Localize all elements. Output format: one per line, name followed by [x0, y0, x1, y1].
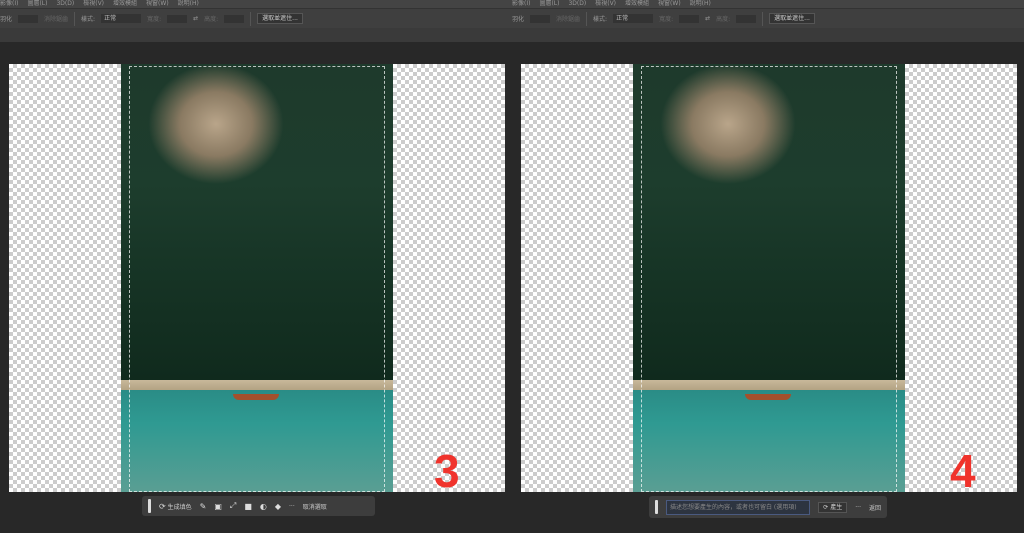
height-label: 高度:	[204, 16, 219, 23]
transform-icon[interactable]: ⤢	[230, 501, 236, 511]
more-button[interactable]: ···	[289, 503, 295, 510]
anti-alias-checkbox[interactable]: 消除鋸齒	[44, 14, 68, 23]
selection-marquee	[129, 66, 385, 492]
generative-fill-label: 生成填色	[167, 503, 192, 511]
menu-view[interactable]: 檢視(V)	[83, 0, 104, 7]
more-button[interactable]: ···	[855, 504, 861, 511]
swap-icon[interactable]: ⇄	[705, 15, 710, 22]
document-tab-bar	[0, 28, 512, 42]
menu-layer[interactable]: 圖層(L)	[539, 0, 559, 7]
menu-help[interactable]: 說明(H)	[690, 0, 711, 7]
feather-input[interactable]	[530, 14, 551, 23]
menu-3d[interactable]: 3D(D)	[56, 0, 74, 7]
generate-label: 產生	[830, 503, 843, 511]
contextual-taskbar: ⟳ 生成填色 ✎ ▣ ⤢ ■ ◐ ◆ ··· 取消選取	[142, 496, 375, 516]
menu-image[interactable]: 影像(I)	[512, 0, 530, 7]
menu-window[interactable]: 視窗(W)	[146, 0, 169, 7]
menu-plugins[interactable]: 增效模組	[625, 0, 649, 7]
width-label: 寬度:	[147, 16, 162, 23]
style-select[interactable]: 正常	[613, 14, 654, 23]
height-label: 高度:	[716, 16, 731, 23]
select-and-mask-button[interactable]: 選取並遮住...	[769, 13, 815, 24]
adjust-icon[interactable]: ◐	[260, 502, 267, 511]
feather-input[interactable]	[18, 14, 39, 23]
menu-bar: 影像(I) 圖層(L) 3D(D) 檢視(V) 增效模組 視窗(W) 說明(H)	[512, 0, 1024, 8]
drag-handle[interactable]	[148, 499, 151, 513]
select-and-mask-button[interactable]: 選取並遮住...	[257, 13, 303, 24]
menu-layer[interactable]: 圖層(L)	[27, 0, 47, 7]
step-number: 4	[950, 445, 976, 497]
deselect-button[interactable]: 取消選取	[303, 502, 327, 511]
width-input[interactable]	[167, 14, 188, 23]
style-select[interactable]: 正常	[101, 14, 142, 23]
generate-icon: ⟳	[159, 501, 166, 511]
contextual-taskbar: 描述您想要產生的內容，或者也可留白 (選用項) ⟳ 產生 ··· 返回	[649, 496, 887, 518]
generate-icon: ⟳	[823, 503, 829, 511]
feather-label: 羽化	[512, 16, 525, 23]
height-input[interactable]	[224, 14, 245, 23]
menu-bar: 影像(I) 圖層(L) 3D(D) 檢視(V) 增效模組 視窗(W) 說明(H)	[0, 0, 512, 8]
style-label: 樣式:	[593, 16, 608, 23]
prompt-input[interactable]: 描述您想要產生的內容，或者也可留白 (選用項)	[665, 499, 811, 515]
drag-handle[interactable]	[655, 500, 658, 514]
menu-image[interactable]: 影像(I)	[0, 0, 18, 7]
selection-marquee	[641, 66, 897, 492]
options-bar: 羽化 消除鋸齒 樣式: 正常 寬度: ⇄ 高度: 選取並遮住...	[0, 8, 512, 28]
menu-window[interactable]: 視窗(W)	[658, 0, 681, 7]
width-input[interactable]	[679, 14, 700, 23]
swap-icon[interactable]: ⇄	[193, 15, 198, 22]
back-button[interactable]: 返回	[869, 503, 881, 512]
generative-fill-button[interactable]: ⟳ 生成填色	[159, 502, 192, 511]
fill-icon[interactable]: ◆	[275, 502, 281, 511]
width-label: 寬度:	[659, 16, 674, 23]
step-number: 3	[434, 445, 460, 497]
rectangle-icon[interactable]: ■	[244, 502, 252, 511]
right-pane: 影像(I) 圖層(L) 3D(D) 檢視(V) 增效模組 視窗(W) 說明(H) 羽化 消除…	[512, 0, 1024, 533]
feather-label: 羽化	[0, 16, 13, 23]
generate-button[interactable]: ⟳ 產生	[818, 501, 848, 513]
height-input[interactable]	[736, 14, 757, 23]
menu-3d[interactable]: 3D(D)	[568, 0, 586, 7]
document-tab-bar	[512, 28, 1024, 42]
menu-help[interactable]: 說明(H)	[178, 0, 199, 7]
anti-alias-checkbox[interactable]: 消除鋸齒	[556, 14, 580, 23]
brush-icon[interactable]: ✎	[200, 502, 207, 511]
menu-view[interactable]: 檢視(V)	[595, 0, 616, 7]
options-bar: 羽化 消除鋸齒 樣式: 正常 寬度: ⇄ 高度: 選取並遮住...	[512, 8, 1024, 28]
menu-plugins[interactable]: 增效模組	[113, 0, 137, 7]
mask-icon[interactable]: ▣	[214, 502, 222, 511]
style-label: 樣式:	[81, 16, 96, 23]
canvas[interactable]	[521, 64, 1017, 492]
canvas[interactable]	[9, 64, 505, 492]
left-pane: 影像(I) 圖層(L) 3D(D) 檢視(V) 增效模組 視窗(W) 說明(H) 羽化 消除…	[0, 0, 512, 533]
